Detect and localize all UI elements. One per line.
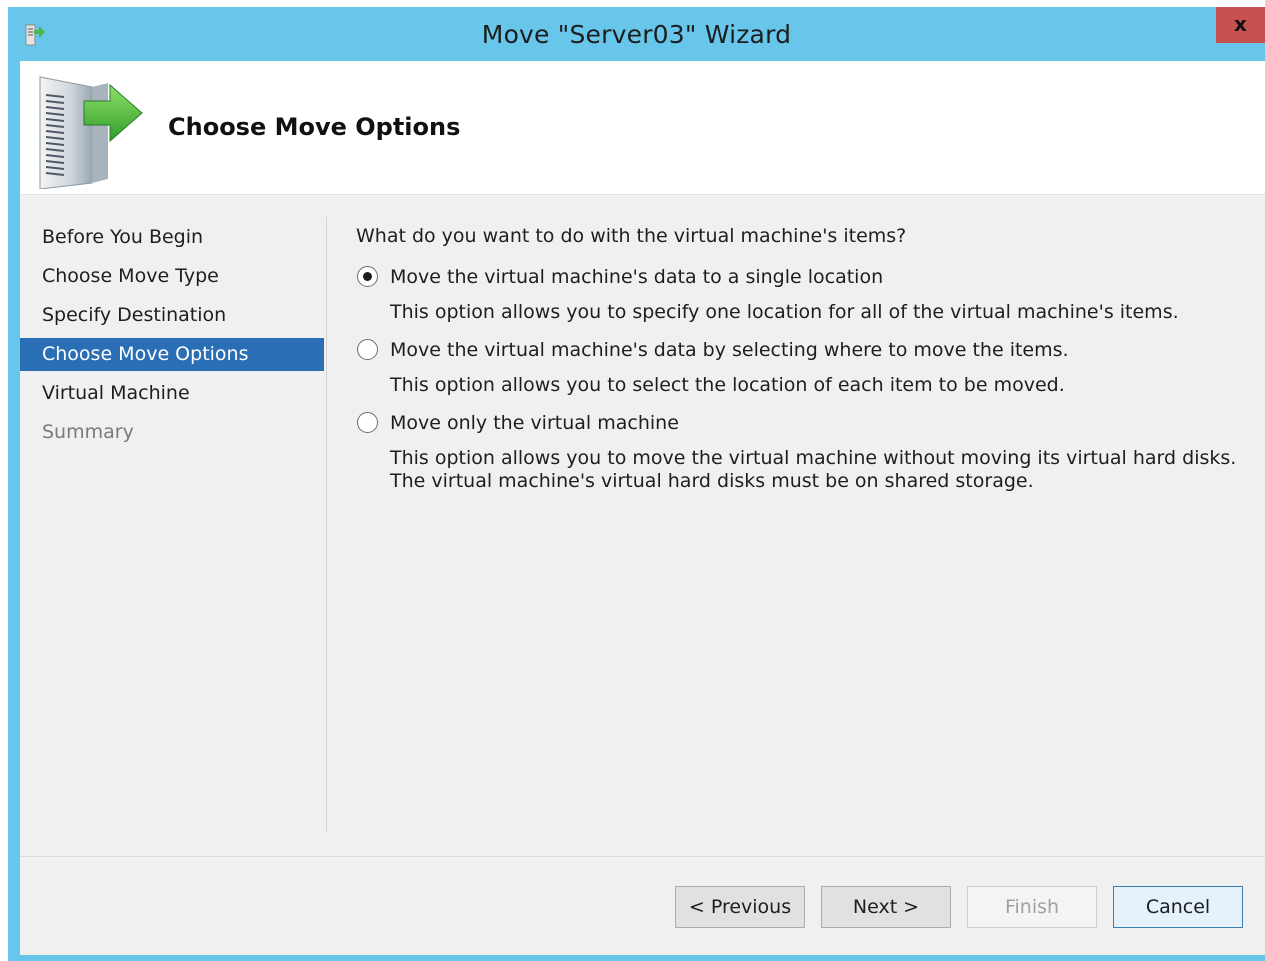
nav-divider [326, 217, 327, 833]
page-title: Choose Move Options [168, 113, 461, 141]
nav-item-summary: Summary [42, 421, 134, 443]
cancel-button[interactable]: Cancel [1113, 886, 1243, 928]
title-bar[interactable]: Move "Server03" Wizard x [8, 7, 1265, 61]
select-per-item-radio[interactable] [357, 339, 378, 360]
single-location-radio[interactable] [357, 266, 378, 287]
option-label[interactable]: Move only the virtual machine [390, 411, 1256, 435]
nav-item-choose-move-type[interactable]: Choose Move Type [20, 260, 324, 293]
server-move-icon [39, 76, 143, 189]
finish-button: Finish [967, 886, 1097, 928]
nav-item-choose-move-options[interactable]: Choose Move Options [20, 338, 324, 371]
wizard-header: Choose Move Options [20, 61, 1265, 195]
footer-divider [20, 856, 1265, 857]
radio-selected-dot [363, 272, 372, 281]
option-description: This option allows you to specify one lo… [390, 301, 1179, 323]
options-question: What do you want to do with the virtual … [356, 225, 907, 247]
wizard-body: Choose Move Options Before You Begin Cho… [20, 61, 1265, 955]
option-vm-only[interactable]: Move only the virtual machine This optio… [356, 411, 1256, 493]
option-description: This option allows you to move the virtu… [390, 447, 1237, 492]
nav-item-before-you-begin[interactable]: Before You Begin [20, 221, 324, 254]
wizard-window: Move "Server03" Wizard x Choose Move Opt… [8, 7, 1265, 961]
previous-button[interactable]: < Previous [675, 886, 805, 928]
next-button[interactable]: Next > [821, 886, 951, 928]
option-single-location[interactable]: Move the virtual machine's data to a sin… [356, 265, 1256, 324]
option-select-per-item[interactable]: Move the virtual machine's data by selec… [356, 338, 1256, 397]
option-description: This option allows you to select the loc… [390, 374, 1065, 396]
wizard-steps-nav: Before You Begin Choose Move Type Specif… [20, 221, 324, 455]
close-button[interactable]: x [1216, 7, 1265, 43]
move-options-panel: What do you want to do with the virtual … [356, 225, 1256, 507]
nav-item-virtual-machine[interactable]: Virtual Machine [20, 377, 324, 410]
option-label[interactable]: Move the virtual machine's data by selec… [390, 338, 1256, 362]
option-label[interactable]: Move the virtual machine's data to a sin… [390, 265, 1256, 289]
vm-only-radio[interactable] [357, 412, 378, 433]
nav-item-specify-destination[interactable]: Specify Destination [20, 299, 324, 332]
window-title: Move "Server03" Wizard [481, 20, 792, 49]
